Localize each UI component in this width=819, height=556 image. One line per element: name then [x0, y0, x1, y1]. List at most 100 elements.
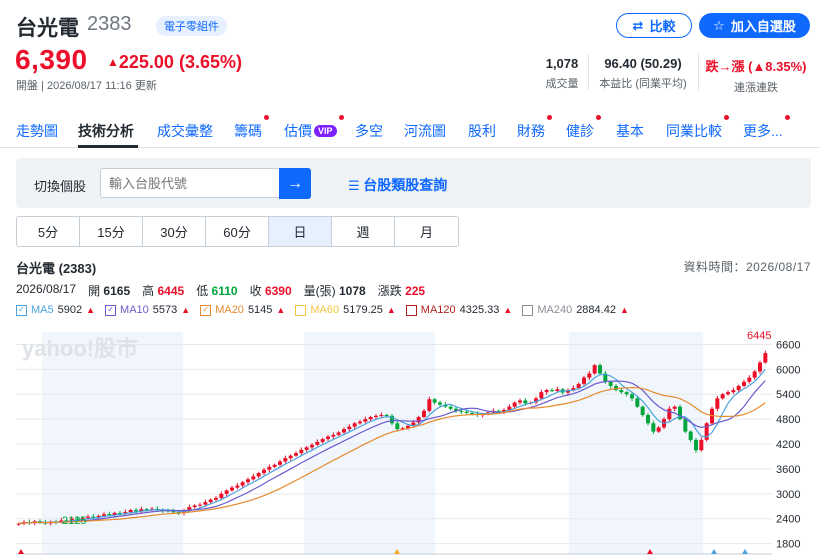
period-option[interactable]: 15分 — [80, 217, 143, 246]
candle-body — [395, 423, 400, 430]
ma-legend-item[interactable]: ✓ MA5 5902 ▲ — [16, 304, 95, 316]
candle-body — [304, 447, 309, 450]
event-marker-icon — [711, 549, 717, 554]
tab-item[interactable]: 估價 VIP — [284, 115, 344, 141]
candle-body — [608, 381, 613, 386]
ma-legend: ✓ MA5 5902 ▲ ✓ MA10 5573 ▲ ✓ MA20 5145 ▲ MA60 5179.25… — [16, 304, 629, 316]
tab-item[interactable]: 走勢圖 — [16, 121, 58, 141]
candle-body — [230, 487, 234, 491]
candle-body — [267, 466, 272, 470]
candle-body — [224, 490, 229, 494]
candle-body — [683, 419, 688, 432]
stat-label: 成交量 — [545, 78, 579, 90]
y-tick-label: 4800 — [776, 414, 800, 426]
checkbox-icon[interactable] — [295, 304, 307, 316]
candle-body — [427, 399, 432, 411]
y-tick-label: 6600 — [776, 339, 800, 351]
candle-body — [342, 429, 346, 433]
category-link-label: 台股類股查詢 — [363, 177, 448, 193]
industry-tag[interactable]: 電子零組件 — [156, 16, 227, 36]
period-option[interactable]: 日 — [269, 217, 332, 246]
change-label: 漲跌 — [377, 284, 402, 298]
checkbox-icon[interactable]: ✓ — [200, 304, 212, 316]
checkbox-icon[interactable]: ✓ — [105, 304, 117, 316]
add-watchlist-button[interactable]: ☆ 加入自選股 — [699, 13, 810, 38]
up-triangle-icon: ▲ — [276, 305, 286, 315]
tab-item[interactable]: 財務 — [517, 115, 552, 141]
star-icon: ☆ — [713, 17, 725, 33]
candle-body — [470, 412, 474, 414]
ohlc-low: 低 6110 — [196, 282, 237, 299]
ohlc-change: 漲跌 225 — [378, 282, 425, 299]
tab-item[interactable]: 基本 — [616, 121, 644, 141]
ma-legend-item[interactable]: ✓ MA20 5145 ▲ — [200, 304, 285, 316]
notification-dot — [547, 115, 552, 120]
period-option[interactable]: 5分 — [17, 217, 80, 246]
candle-body — [758, 362, 762, 372]
candlestick-chart[interactable]: 1800 2400 3000 3600 4200 4800 5400 6000 6600 yaho… — [0, 320, 819, 556]
tab-item[interactable]: 籌碼 — [234, 115, 269, 141]
tab-item[interactable]: 技術分析 — [78, 121, 134, 141]
candle-body — [363, 419, 368, 422]
tab-label: 同業比較 — [666, 123, 722, 139]
tab-bar: 走勢圖 技術分析 成交彙整 籌碼 估價 VIP 多空 河流圖 股利 財務 健診 基本 同業比較 更多... — [0, 110, 819, 148]
up-triangle-icon: ▲ — [503, 305, 513, 315]
candle-body — [667, 408, 672, 420]
ma-value: 2884.42 — [576, 304, 616, 316]
category-search-link[interactable]: ☰ 台股類股查詢 — [348, 175, 447, 195]
ma-legend-item[interactable]: MA60 5179.25 ▲ — [295, 304, 396, 316]
max-price-label: 6445 — [747, 330, 771, 342]
tab-label: 估價 — [284, 123, 312, 139]
ma-legend-item[interactable]: MA240 2884.42 ▲ — [522, 304, 629, 316]
candle-body — [235, 485, 240, 488]
candle-body — [310, 444, 314, 448]
checkbox-icon[interactable] — [405, 304, 417, 316]
period-option[interactable]: 月 — [395, 217, 458, 246]
tab-item[interactable]: 健診 — [566, 115, 601, 141]
ma-name: MA10 — [120, 304, 149, 316]
period-option[interactable]: 60分 — [206, 217, 269, 246]
tab-item[interactable]: 股利 — [468, 121, 496, 141]
current-price: 6,390 — [15, 44, 88, 75]
candle-body — [592, 365, 597, 374]
period-option[interactable]: 30分 — [143, 217, 206, 246]
tab-label: 籌碼 — [234, 123, 262, 139]
stock-search-input[interactable] — [100, 168, 280, 198]
high-label: 高 — [142, 284, 155, 298]
candle-body — [635, 398, 640, 407]
candle-body — [198, 504, 202, 506]
up-triangle-icon: ▲ — [107, 55, 119, 69]
list-icon: ☰ — [348, 178, 364, 193]
tab-item[interactable]: 更多... — [743, 115, 790, 141]
notification-dot — [338, 115, 344, 120]
candle-body — [736, 385, 741, 391]
stock-name: 台光電 — [16, 17, 79, 40]
up-triangle-icon: ▲ — [386, 305, 396, 315]
ma-value: 5179.25 — [343, 304, 383, 316]
ma-legend-item[interactable]: MA120 4325.33 ▲ — [405, 304, 513, 316]
checkbox-icon[interactable] — [522, 304, 534, 316]
tab-item[interactable]: 多空 — [355, 121, 383, 141]
candle-body — [331, 434, 336, 437]
ma-legend-item[interactable]: ✓ MA10 5573 ▲ — [105, 304, 190, 316]
search-submit-button[interactable]: → — [279, 168, 311, 199]
candle-body — [358, 421, 362, 424]
candle-body — [656, 427, 661, 432]
tab-item[interactable]: 同業比較 — [666, 115, 729, 141]
candle-body — [742, 381, 746, 386]
ohlc-close: 收 6390 — [250, 282, 292, 299]
candle-body — [246, 479, 250, 483]
compare-button[interactable]: ⇄ 比較 — [616, 13, 692, 38]
checkbox-icon[interactable]: ✓ — [16, 304, 27, 316]
candle-body — [582, 377, 586, 384]
tab-item[interactable]: 河流圖 — [404, 121, 446, 141]
tab-label: 更多... — [743, 123, 783, 139]
stat-value: 96.40 (50.29) — [604, 56, 682, 71]
tab-item[interactable]: 成交彙整 — [157, 121, 213, 141]
candle-body — [619, 390, 624, 393]
candle-body — [688, 431, 693, 440]
event-marker-icon — [18, 549, 24, 554]
tab-label: 成交彙整 — [157, 123, 213, 139]
period-option[interactable]: 週 — [332, 217, 395, 246]
candle-body — [726, 392, 730, 395]
